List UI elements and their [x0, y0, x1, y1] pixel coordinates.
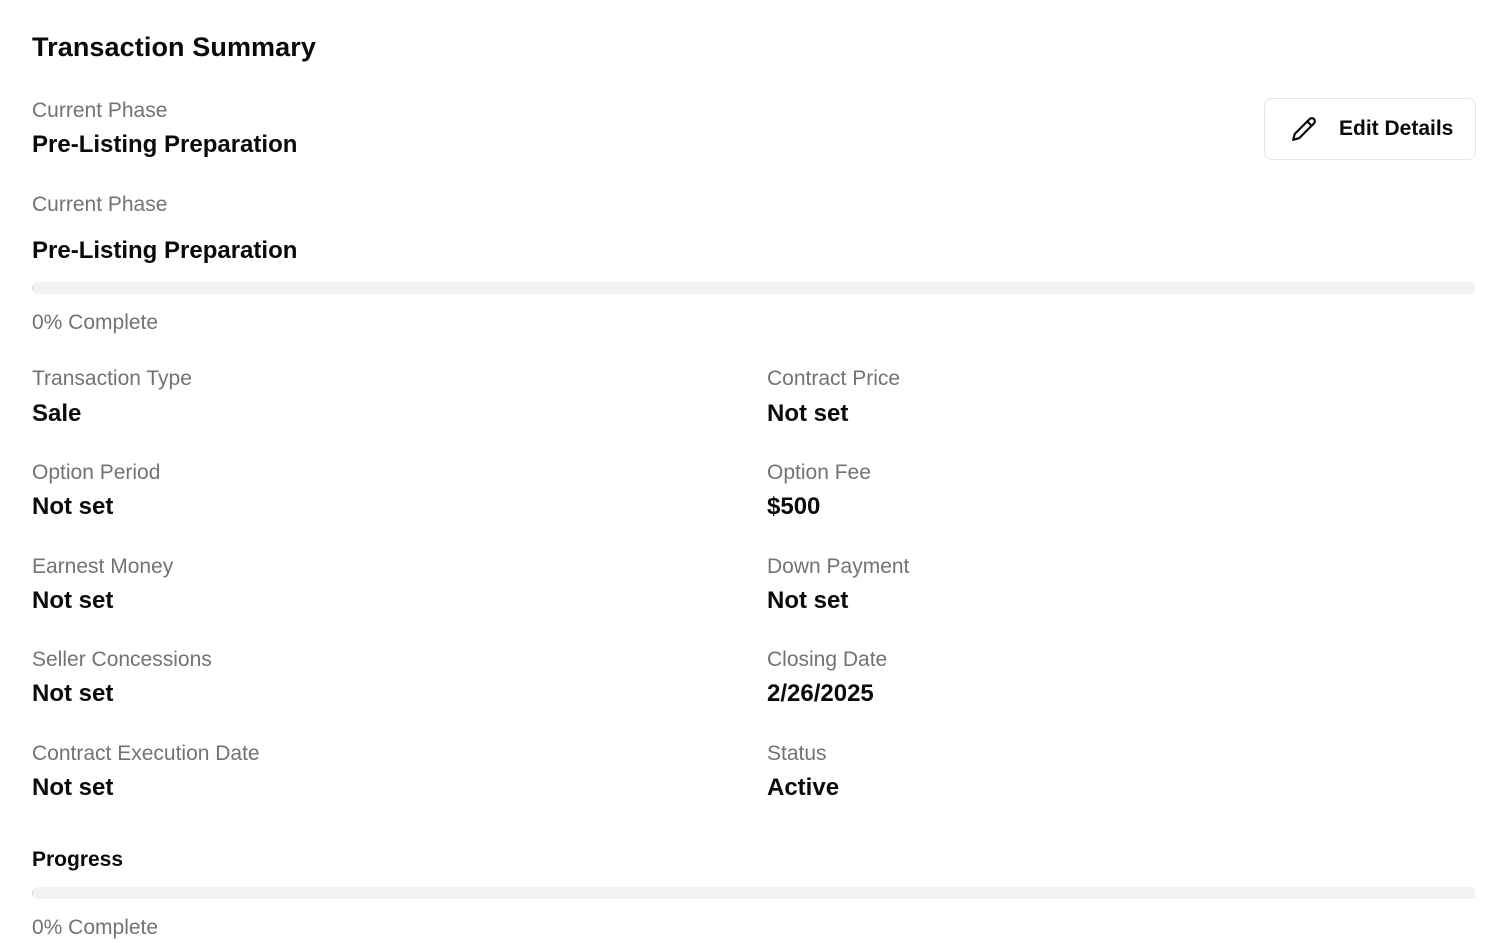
- option-period-label: Option Period: [32, 461, 161, 484]
- page-title: Transaction Summary: [32, 32, 317, 62]
- earnest-money-value: Not set: [32, 587, 114, 614]
- progress-heading: Progress: [32, 848, 124, 871]
- edit-details-label: Edit Details: [1339, 117, 1454, 140]
- phase-card-label: Current Phase: [32, 193, 168, 216]
- contract-price-value: Not set: [767, 400, 849, 427]
- phase-progress-fill: [32, 282, 33, 294]
- phase-progress-text: 0% Complete: [32, 311, 159, 334]
- contract-execution-date-value: Not set: [32, 774, 114, 801]
- status-value: Active: [767, 774, 840, 801]
- transaction-type-value: Sale: [32, 400, 82, 427]
- edit-details-button[interactable]: Edit Details: [1264, 98, 1476, 160]
- pencil-icon: [1291, 116, 1317, 142]
- overall-progress-bar: [32, 887, 1476, 899]
- option-fee-label: Option Fee: [767, 461, 871, 484]
- current-phase-value: Pre-Listing Preparation: [32, 131, 298, 158]
- contract-price-label: Contract Price: [767, 367, 901, 390]
- earnest-money-label: Earnest Money: [32, 555, 174, 578]
- down-payment-value: Not set: [767, 587, 849, 614]
- current-phase-label: Current Phase: [32, 99, 168, 122]
- status-label: Status: [767, 742, 827, 765]
- overall-progress-fill: [32, 887, 33, 899]
- down-payment-label: Down Payment: [767, 555, 910, 578]
- overall-progress-text: 0% Complete: [32, 916, 159, 939]
- option-fee-value: $500: [767, 493, 821, 520]
- seller-concessions-value: Not set: [32, 680, 114, 707]
- phase-card-value: Pre-Listing Preparation: [32, 237, 298, 264]
- option-period-value: Not set: [32, 493, 114, 520]
- phase-progress-bar: [32, 282, 1476, 294]
- contract-execution-date-label: Contract Execution Date: [32, 742, 260, 765]
- transaction-type-label: Transaction Type: [32, 367, 192, 390]
- seller-concessions-label: Seller Concessions: [32, 648, 212, 671]
- closing-date-value: 2/26/2025: [767, 680, 874, 707]
- closing-date-label: Closing Date: [767, 648, 888, 671]
